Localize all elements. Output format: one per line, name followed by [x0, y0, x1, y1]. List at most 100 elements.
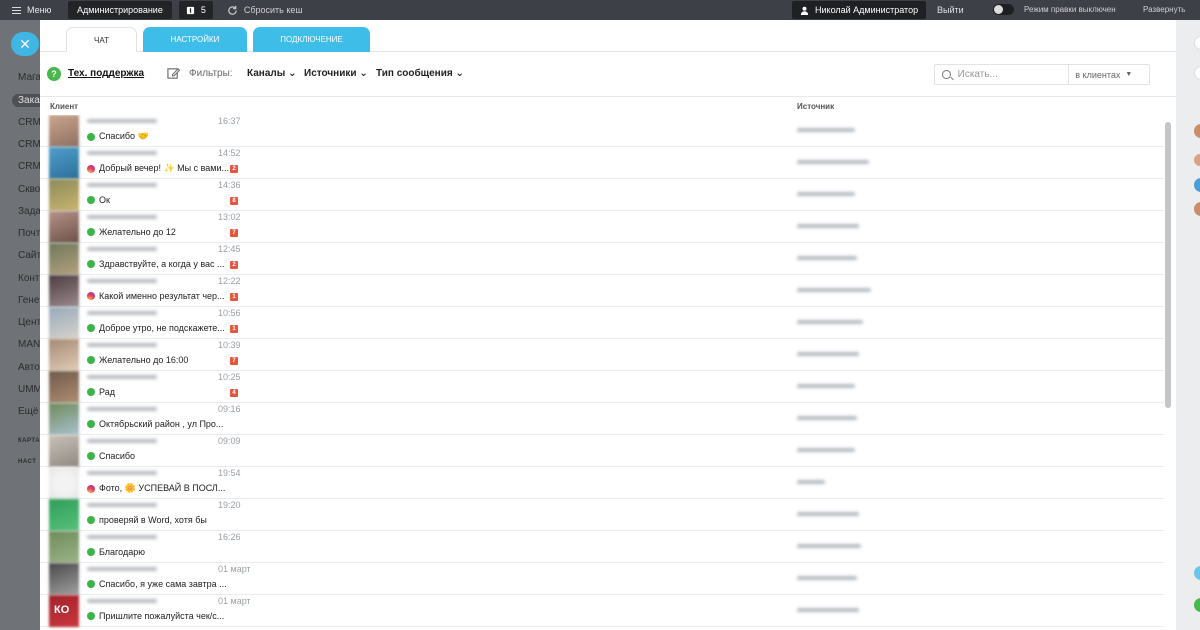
- message-time: 10:25: [218, 372, 241, 382]
- message-time: 10:39: [218, 340, 241, 350]
- bg-nav-item: CRM: [18, 161, 41, 172]
- edit-icon[interactable]: [167, 67, 180, 80]
- message-preview: Здравствуйте, а когда у вас ...: [87, 259, 225, 269]
- expand-button[interactable]: Развернуть: [1143, 5, 1185, 14]
- unread-badge: 2: [230, 165, 238, 173]
- chat-row[interactable]: 12:45 Здравствуйте, а когда у вас ... 2: [40, 243, 1164, 275]
- chat-row[interactable]: 19:20 проверяй в Word, хотя бы: [40, 499, 1164, 531]
- background-right-strip: [1176, 20, 1200, 630]
- avatar: [49, 275, 79, 307]
- reset-cache-button[interactable]: Сбросить кеш: [227, 5, 303, 16]
- message-time: 14:36: [218, 180, 241, 190]
- notifications-button[interactable]: 5: [178, 1, 213, 19]
- chat-row[interactable]: 09:16 Октябрьский район , ул Про...: [40, 403, 1164, 435]
- unread-badge: 7: [230, 229, 238, 237]
- tab-settings[interactable]: НАСТРОЙКИ: [143, 27, 247, 52]
- edit-mode-label: Режим правки выключен: [1024, 5, 1116, 14]
- admin-button[interactable]: Администрирование: [68, 1, 172, 19]
- help-icon[interactable]: ?: [47, 67, 61, 81]
- chat-row[interactable]: 10:39 Желательно до 16:00 7: [40, 339, 1164, 371]
- avatar: [49, 211, 79, 243]
- source-blurred: [797, 352, 859, 356]
- tab-chat[interactable]: ЧАТ: [66, 27, 137, 52]
- top-bar: Меню Администрирование 5 Сбросить кеш Ни…: [0, 0, 1200, 20]
- search-scope-label: в клиентах: [1075, 69, 1121, 80]
- background-sidebar: Мага Зака CRM CRM CRM Скво Зада Почт Сай…: [0, 20, 46, 630]
- column-client: Клиент: [50, 102, 79, 111]
- support-link[interactable]: Тех. поддержка: [68, 68, 144, 79]
- message-time: 01 март: [218, 564, 251, 574]
- chat-row[interactable]: 10:25 Рад 4: [40, 371, 1164, 403]
- bg-nav-item: Скво: [18, 184, 41, 195]
- channels-dropdown[interactable]: Каналы ⌄: [247, 68, 296, 79]
- panel-tabs: ЧАТ НАСТРОЙКИ ПОДКЛЮЧЕНИЕ: [40, 20, 1176, 52]
- bg-circle-icon: [1194, 36, 1200, 50]
- message-text: Фото, 🌼 УСПЕВАЙ В ПОСЛ...: [99, 483, 226, 493]
- avatar: [49, 307, 79, 339]
- chat-row[interactable]: 10:56 Доброе утро, не подскажете... 1: [40, 307, 1164, 339]
- reset-cache-label: Сбросить кеш: [243, 5, 303, 15]
- source-blurred: [797, 288, 871, 292]
- unread-badge: 1: [230, 325, 238, 333]
- message-time: 19:54: [218, 468, 241, 478]
- chat-row[interactable]: 01 март Спасибо, я уже сама завтра ...: [40, 563, 1164, 595]
- search-input[interactable]: Искать...: [958, 69, 1069, 80]
- chat-row[interactable]: 19:54 Фото, 🌼 УСПЕВАЙ В ПОСЛ...: [40, 467, 1164, 499]
- source-blurred: [797, 192, 855, 196]
- search-scope-select[interactable]: в клиентах ▼: [1068, 65, 1149, 84]
- avatar: [49, 243, 79, 275]
- chat-row[interactable]: 13:02 Желательно до 12 7: [40, 211, 1164, 243]
- message-text: Доброе утро, не подскажете...: [99, 323, 225, 333]
- menu-button[interactable]: Меню: [0, 5, 62, 15]
- filters-label: Фильтры:: [189, 68, 233, 79]
- message-type-dropdown[interactable]: Тип сообщения ⌄: [376, 68, 464, 79]
- message-text: Пришлите пожалуйста чек/с...: [99, 611, 225, 621]
- message-preview: Какой именно результат чер...: [87, 291, 225, 301]
- client-name-blurred: [87, 599, 157, 603]
- message-text: Октябрьский район , ул Про...: [99, 419, 224, 429]
- scrollbar[interactable]: [1165, 122, 1171, 408]
- bg-nav-item: Конт: [18, 273, 40, 284]
- chat-row[interactable]: 16:37 Спасибо 🤝: [40, 115, 1164, 147]
- unread-badge: 7: [230, 357, 238, 365]
- chat-row[interactable]: 12:22 Какой именно результат чер... 1: [40, 275, 1164, 307]
- chat-row[interactable]: 09:09 Спасибо: [40, 435, 1164, 467]
- chevron-down-icon: ⌄: [359, 68, 368, 79]
- avatar: [49, 403, 79, 435]
- source-blurred: [797, 448, 855, 452]
- unread-badge: 4: [230, 389, 238, 397]
- whatsapp-icon: [87, 452, 95, 460]
- bg-nav-item: Гене: [18, 295, 40, 306]
- close-panel-button[interactable]: ✕: [11, 32, 39, 56]
- chat-row[interactable]: 14:36 Ок 8: [40, 179, 1164, 211]
- whatsapp-icon: [87, 228, 95, 236]
- source-blurred: [797, 608, 859, 612]
- client-name-blurred: [87, 503, 157, 507]
- chat-row[interactable]: 01 март Пришлите пожалуйста чек/с... КО: [40, 595, 1164, 627]
- message-text: Какой именно результат чер...: [99, 291, 225, 301]
- tab-connection[interactable]: ПОДКЛЮЧЕНИЕ: [253, 27, 370, 52]
- bell-icon: [186, 6, 194, 14]
- bg-nav-item: CRM: [18, 139, 41, 150]
- client-name-blurred: [87, 183, 157, 187]
- chat-row[interactable]: 14:52 Добрый вечер! ✨ Мы с вами... 2: [40, 147, 1164, 179]
- user-menu[interactable]: Николай Администратор: [792, 1, 927, 19]
- sources-dropdown[interactable]: Источники ⌄: [304, 68, 368, 79]
- whatsapp-icon: [87, 260, 95, 268]
- logout-link[interactable]: Выйти: [937, 5, 964, 15]
- user-icon: [800, 6, 809, 15]
- bg-nav-item: Почт: [18, 228, 41, 239]
- client-name-blurred: [87, 279, 157, 283]
- message-preview: Благодарю: [87, 547, 145, 557]
- source-blurred: [797, 256, 857, 260]
- whatsapp-icon: [87, 612, 95, 620]
- whatsapp-icon: [87, 356, 95, 364]
- bg-nav-item: НАСТ: [18, 459, 37, 465]
- chat-row[interactable]: 16:26 Благодарю: [40, 531, 1164, 563]
- message-time: 16:37: [218, 116, 241, 126]
- caret-down-icon: ▼: [1125, 71, 1133, 78]
- whatsapp-icon: [87, 548, 95, 556]
- edit-mode-toggle[interactable]: [993, 4, 1014, 15]
- avatar: [49, 563, 79, 595]
- source-blurred: [797, 384, 855, 388]
